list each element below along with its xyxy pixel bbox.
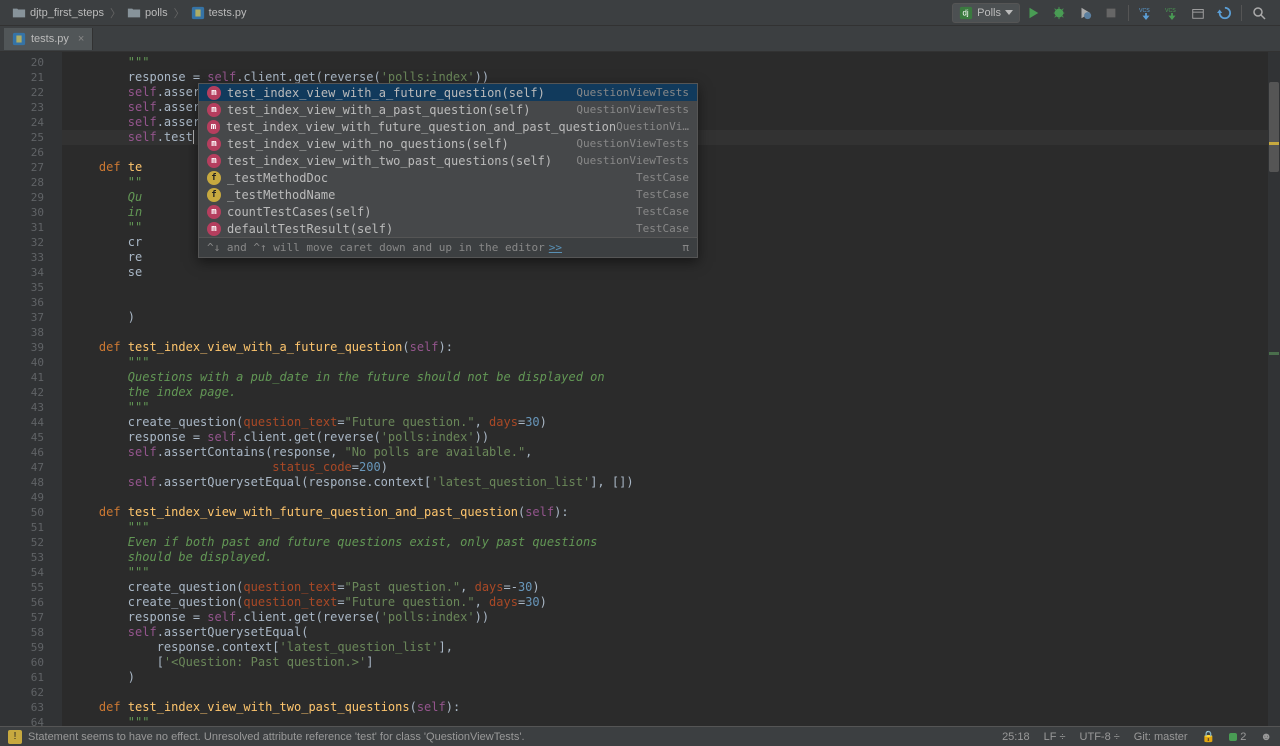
breadcrumb-file[interactable]: tests.py (187, 6, 251, 20)
close-icon[interactable]: × (78, 33, 84, 45)
editor-tabs: tests.py × (0, 26, 1280, 52)
run-with-coverage-button[interactable] (1074, 2, 1096, 24)
vcs-revert-button[interactable] (1213, 2, 1235, 24)
breadcrumb-bar: djtp_first_steps 〉 polls 〉 tests.py dj P… (0, 0, 1280, 26)
breadcrumb-folder[interactable]: polls (123, 6, 172, 20)
folder-icon (127, 6, 141, 20)
svg-text:VCS: VCS (1165, 8, 1176, 14)
hector-icon[interactable]: ☻ (1260, 731, 1272, 743)
chevron-right-icon: 〉 (174, 5, 185, 21)
warning-stripe[interactable] (1269, 142, 1279, 145)
vcs-commit-button[interactable]: VCS (1161, 2, 1183, 24)
caret-position[interactable]: 25:18 (1002, 731, 1030, 743)
lock-icon[interactable]: 🔒 (1202, 730, 1216, 743)
completion-item[interactable]: mtest_index_view_with_a_future_question(… (199, 84, 697, 101)
debug-button[interactable] (1048, 2, 1070, 24)
chevron-down-icon (1005, 10, 1013, 15)
scrollbar-thumb[interactable] (1269, 82, 1279, 172)
scrollbar[interactable] (1268, 52, 1280, 726)
run-config-selector[interactable]: dj Polls (952, 3, 1020, 23)
completion-popup[interactable]: mtest_index_view_with_a_future_question(… (198, 83, 698, 258)
more-link[interactable]: >> (549, 241, 562, 254)
svg-text:VCS: VCS (1139, 8, 1150, 14)
vcs-update-button[interactable]: VCS (1135, 2, 1157, 24)
gutter: 2021222324252627282930313233343536373839… (0, 52, 62, 726)
completion-item[interactable]: f_testMethodNameTestCase (199, 186, 697, 203)
line-separator[interactable]: LF ÷ (1044, 731, 1066, 743)
folder-icon (12, 6, 26, 20)
python-servers[interactable]: 2 (1229, 731, 1246, 743)
completion-item[interactable]: mdefaultTestResult(self)TestCase (199, 220, 697, 237)
search-everywhere-button[interactable] (1248, 2, 1270, 24)
file-encoding[interactable]: UTF-8 ÷ (1080, 731, 1120, 743)
status-message: Statement seems to have no effect. Unres… (28, 731, 525, 743)
breadcrumb-project[interactable]: djtp_first_steps (8, 6, 108, 20)
chevron-right-icon: 〉 (110, 5, 121, 21)
completion-item[interactable]: mtest_index_view_with_future_question_an… (199, 118, 697, 135)
python-file-icon (191, 6, 205, 20)
tab-tests-py[interactable]: tests.py × (4, 28, 93, 50)
status-bar: ! Statement seems to have no effect. Unr… (0, 726, 1280, 746)
python-file-icon (12, 32, 26, 46)
stop-button[interactable] (1100, 2, 1122, 24)
vcs-history-button[interactable] (1187, 2, 1209, 24)
git-branch[interactable]: Git: master (1134, 731, 1188, 743)
svg-text:dj: dj (963, 8, 969, 17)
completion-item[interactable]: f_testMethodDocTestCase (199, 169, 697, 186)
completion-item[interactable]: mcountTestCases(self)TestCase (199, 203, 697, 220)
run-button[interactable] (1022, 2, 1044, 24)
completion-item[interactable]: mtest_index_view_with_a_past_question(se… (199, 101, 697, 118)
completion-item[interactable]: mtest_index_view_with_two_past_questions… (199, 152, 697, 169)
completion-item[interactable]: mtest_index_view_with_no_questions(self)… (199, 135, 697, 152)
django-icon: dj (959, 6, 973, 20)
warning-icon[interactable]: ! (8, 730, 22, 744)
info-stripe[interactable] (1269, 352, 1279, 355)
